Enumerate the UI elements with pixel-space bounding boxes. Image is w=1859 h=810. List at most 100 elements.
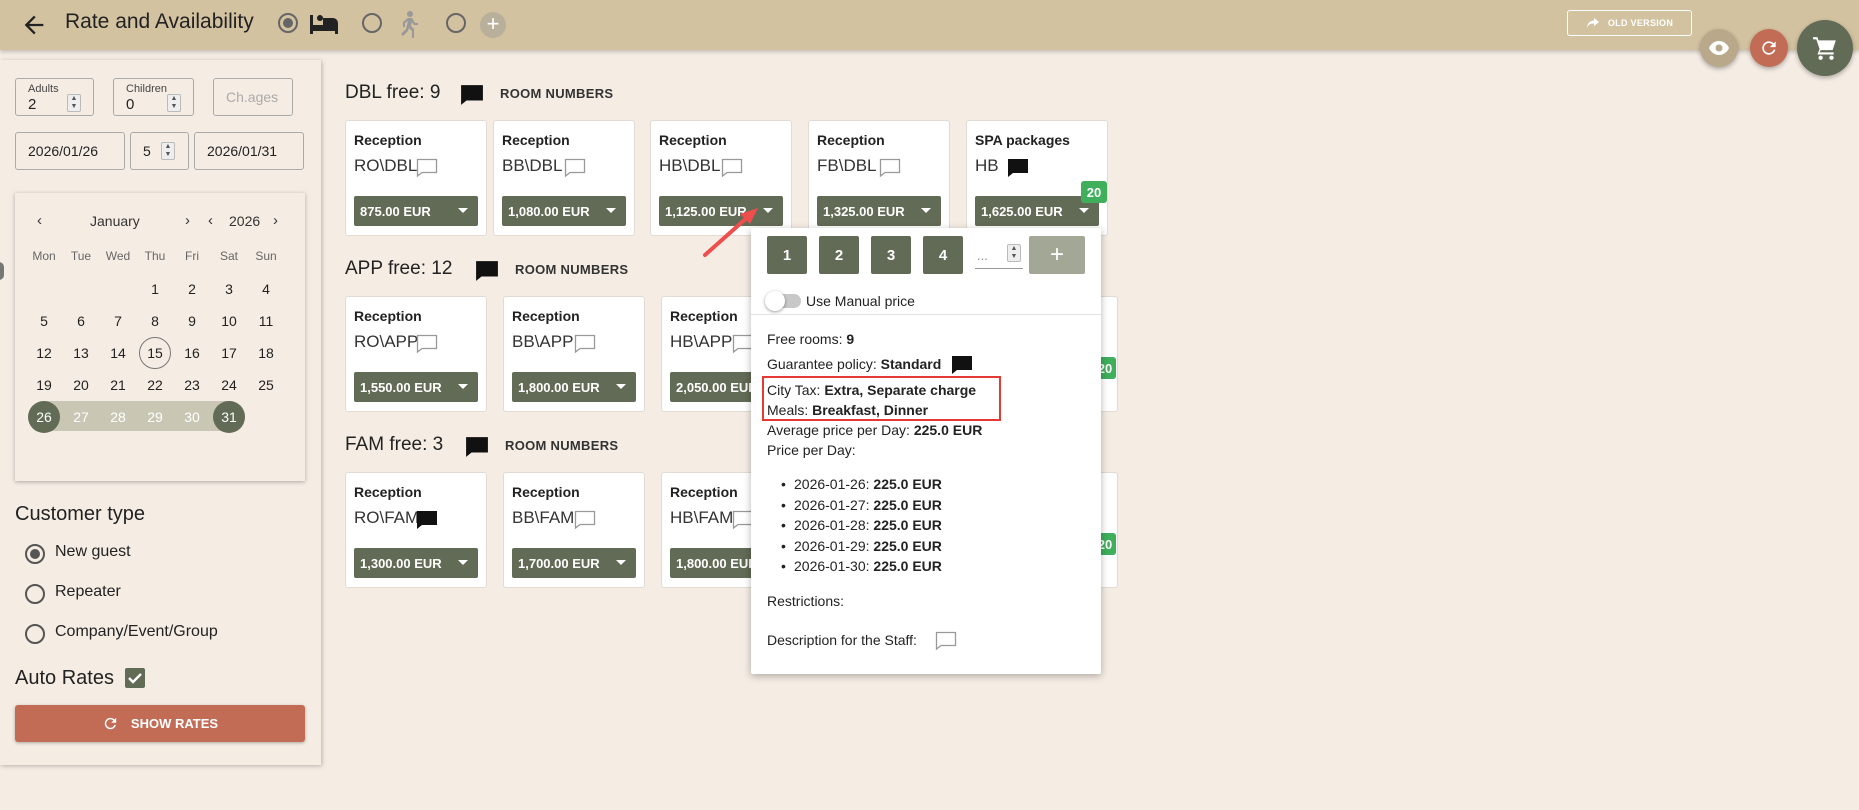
- group-comment-icon[interactable]: [475, 260, 499, 282]
- calendar-day[interactable]: 9: [176, 305, 208, 337]
- old-version-button[interactable]: OLD VERSION: [1567, 10, 1692, 36]
- calendar-day[interactable]: 18: [250, 337, 282, 369]
- nights-input[interactable]: 5 ▲ ▼: [130, 132, 189, 170]
- customer-type-radio[interactable]: [25, 624, 45, 644]
- rate-comment-icon[interactable]: [574, 510, 596, 530]
- rate-comment-icon[interactable]: [416, 158, 438, 178]
- calendar-day[interactable]: 4: [250, 273, 282, 305]
- room-numbers-link[interactable]: ROOM NUMBERS: [505, 438, 618, 453]
- calendar-day[interactable]: 26: [28, 401, 60, 433]
- rate-comment-icon[interactable]: [721, 158, 743, 178]
- calendar-day[interactable]: 19: [28, 369, 60, 401]
- children-field[interactable]: Children 0 ▲ ▼: [113, 78, 194, 116]
- next-year-icon[interactable]: ›: [273, 212, 278, 229]
- rate-comment-icon[interactable]: [416, 510, 438, 530]
- prev-month-icon[interactable]: ‹: [37, 212, 42, 229]
- calendar-day[interactable]: 7: [102, 305, 134, 337]
- children-stepper[interactable]: ▲ ▼: [167, 94, 181, 112]
- calendar-day[interactable]: 16: [176, 337, 208, 369]
- calendar-day[interactable]: 14: [102, 337, 134, 369]
- rate-code: HB\APP: [670, 332, 733, 351]
- children-label: Children: [126, 83, 167, 95]
- calendar-day[interactable]: 17: [213, 337, 245, 369]
- price-dropdown-button[interactable]: 875.00 EUR: [354, 196, 478, 226]
- adults-field[interactable]: Adults 2 ▲ ▼: [15, 78, 94, 116]
- calendar-day[interactable]: 21: [102, 369, 134, 401]
- rate-comment-icon[interactable]: [1007, 158, 1029, 178]
- drawer-handle[interactable]: [0, 262, 4, 280]
- nights-stepper[interactable]: ▲ ▼: [161, 142, 175, 160]
- group-comment-icon[interactable]: [460, 84, 484, 106]
- calendar-day[interactable]: 30: [176, 401, 208, 433]
- calendar-day[interactable]: 2: [176, 273, 208, 305]
- quantity-button[interactable]: 1: [767, 236, 807, 274]
- children-ages-input[interactable]: Ch.ages: [213, 78, 293, 116]
- rate-code: HB\DBL: [659, 156, 721, 175]
- customer-type-label: Repeater: [55, 583, 121, 600]
- room-numbers-link[interactable]: ROOM NUMBERS: [500, 86, 613, 101]
- refresh-button[interactable]: [1750, 29, 1788, 67]
- room-numbers-link[interactable]: ROOM NUMBERS: [515, 262, 628, 277]
- calendar-day[interactable]: 12: [28, 337, 60, 369]
- calendar-day[interactable]: 31: [213, 401, 245, 433]
- calendar-month[interactable]: January: [90, 213, 140, 229]
- price-dropdown-button[interactable]: 1,550.00 EUR: [354, 372, 478, 402]
- add-quantity-button[interactable]: +: [1029, 236, 1085, 274]
- calendar-day[interactable]: 1: [139, 273, 171, 305]
- price-dropdown-button[interactable]: 1,700.00 EUR: [512, 548, 636, 578]
- staff-comment-icon[interactable]: [935, 631, 957, 651]
- customer-type-radio[interactable]: [25, 584, 45, 604]
- calendar-day[interactable]: 8: [139, 305, 171, 337]
- rate-comment-icon[interactable]: [879, 158, 901, 178]
- mode-radio-extra[interactable]: [446, 13, 466, 33]
- customer-type-radio[interactable]: [25, 544, 45, 564]
- cart-button[interactable]: [1797, 20, 1853, 76]
- chevron-down-icon: [458, 384, 468, 389]
- calendar-day[interactable]: 11: [250, 305, 282, 337]
- mode-radio-accommodation[interactable]: [278, 13, 298, 33]
- chevron-down-icon: [921, 208, 931, 213]
- calendar-day[interactable]: 15: [139, 337, 171, 369]
- calendar-day[interactable]: 28: [102, 401, 134, 433]
- calendar-day[interactable]: 3: [213, 273, 245, 305]
- quantity-input[interactable]: ... ▲ ▼: [975, 242, 1023, 269]
- price-dropdown-button[interactable]: 1,080.00 EUR: [502, 196, 626, 226]
- auto-rates-checkbox[interactable]: [125, 668, 145, 688]
- guarantee-comment-icon[interactable]: [951, 355, 973, 375]
- calendar-day[interactable]: 25: [250, 369, 282, 401]
- date-from-input[interactable]: 2026/01/26: [15, 132, 125, 170]
- quantity-stepper[interactable]: ▲ ▼: [1007, 244, 1021, 262]
- preview-button[interactable]: [1700, 29, 1738, 67]
- calendar-day[interactable]: 5: [28, 305, 60, 337]
- rate-code: BB\APP: [512, 332, 574, 351]
- quantity-button[interactable]: 3: [871, 236, 911, 274]
- next-month-icon[interactable]: ›: [185, 212, 190, 229]
- mode-radio-activity[interactable]: [362, 13, 382, 33]
- manual-price-toggle[interactable]: [765, 291, 801, 311]
- calendar-day[interactable]: 20: [65, 369, 97, 401]
- price-dropdown-button[interactable]: 1,800.00 EUR: [512, 372, 636, 402]
- adults-stepper[interactable]: ▲ ▼: [67, 94, 81, 112]
- back-arrow-icon[interactable]: [20, 11, 48, 39]
- prev-year-icon[interactable]: ‹: [208, 212, 213, 229]
- calendar-day[interactable]: 6: [65, 305, 97, 337]
- price-dropdown-button[interactable]: 1,325.00 EUR: [817, 196, 941, 226]
- price-value: 1,080.00 EUR: [508, 203, 590, 219]
- calendar-day[interactable]: 24: [213, 369, 245, 401]
- calendar-day[interactable]: 23: [176, 369, 208, 401]
- calendar-day[interactable]: 27: [65, 401, 97, 433]
- rate-comment-icon[interactable]: [564, 158, 586, 178]
- rate-comment-icon[interactable]: [574, 334, 596, 354]
- calendar-day[interactable]: 13: [65, 337, 97, 369]
- show-rates-button[interactable]: SHOW RATES: [15, 705, 305, 742]
- date-to-input[interactable]: 2026/01/31: [194, 132, 304, 170]
- calendar-day[interactable]: 29: [139, 401, 171, 433]
- group-comment-icon[interactable]: [465, 436, 489, 458]
- calendar-day[interactable]: 22: [139, 369, 171, 401]
- quantity-button[interactable]: 4: [923, 236, 963, 274]
- price-dropdown-button[interactable]: 1,300.00 EUR: [354, 548, 478, 578]
- rate-comment-icon[interactable]: [416, 334, 438, 354]
- quantity-button[interactable]: 2: [819, 236, 859, 274]
- calendar-year[interactable]: 2026: [229, 213, 260, 229]
- calendar-day[interactable]: 10: [213, 305, 245, 337]
